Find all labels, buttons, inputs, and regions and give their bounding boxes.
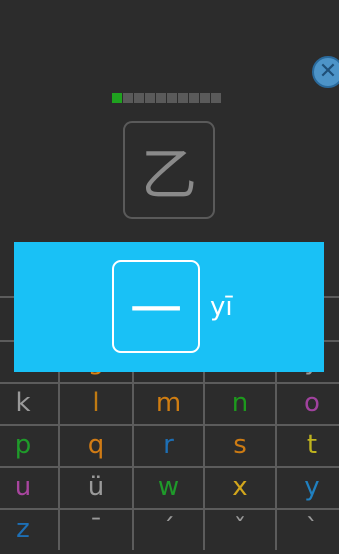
- key-ˋ[interactable]: ˋ: [277, 508, 339, 550]
- key-n[interactable]: n: [205, 382, 277, 424]
- key-y[interactable]: y: [277, 466, 339, 508]
- progress-segment: [134, 93, 144, 103]
- progress-indicator: [112, 93, 221, 103]
- key-q[interactable]: q: [60, 424, 134, 466]
- progress-segment: [200, 93, 210, 103]
- key-m[interactable]: m: [134, 382, 205, 424]
- keyboard-row: uüwxy: [0, 466, 339, 508]
- key-k[interactable]: k: [0, 382, 60, 424]
- progress-segment: [178, 93, 188, 103]
- key-r[interactable]: r: [134, 424, 205, 466]
- answer-popup[interactable]: 一 yī: [14, 242, 324, 372]
- answer-pinyin: yī: [210, 292, 233, 322]
- question-character-card: 乙: [123, 121, 215, 219]
- progress-segment: [189, 93, 199, 103]
- key-s[interactable]: s: [205, 424, 277, 466]
- keyboard-divider: [0, 466, 339, 468]
- key-x[interactable]: x: [205, 466, 277, 508]
- keyboard-divider: [0, 382, 339, 384]
- progress-segment: [112, 93, 122, 103]
- progress-segment: [123, 93, 133, 103]
- question-character: 乙: [141, 142, 197, 208]
- keyboard-divider: [0, 508, 339, 510]
- answer-character-box: 一: [112, 260, 200, 353]
- key-o[interactable]: o: [277, 382, 339, 424]
- progress-segment: [145, 93, 155, 103]
- keyboard-divider: [0, 424, 339, 426]
- key-ü[interactable]: ü: [60, 466, 134, 508]
- key-t[interactable]: t: [277, 424, 339, 466]
- key-w[interactable]: w: [134, 466, 205, 508]
- key-p[interactable]: p: [0, 424, 60, 466]
- progress-segment: [167, 93, 177, 103]
- key-l[interactable]: l: [60, 382, 134, 424]
- key-z[interactable]: z: [0, 508, 60, 550]
- close-icon: ✕: [318, 59, 338, 84]
- close-button[interactable]: ✕: [312, 56, 339, 88]
- keyboard-row: zˉˊˇˋ: [0, 508, 339, 550]
- keyboard-row: pqrst: [0, 424, 339, 466]
- key-u[interactable]: u: [0, 466, 60, 508]
- progress-segment: [156, 93, 166, 103]
- progress-segment: [211, 93, 221, 103]
- key-ˊ[interactable]: ˊ: [134, 508, 205, 550]
- answer-character: 一: [129, 282, 182, 342]
- key-ˇ[interactable]: ˇ: [205, 508, 277, 550]
- key-ˉ[interactable]: ˉ: [60, 508, 134, 550]
- keyboard-row: klmno: [0, 382, 339, 424]
